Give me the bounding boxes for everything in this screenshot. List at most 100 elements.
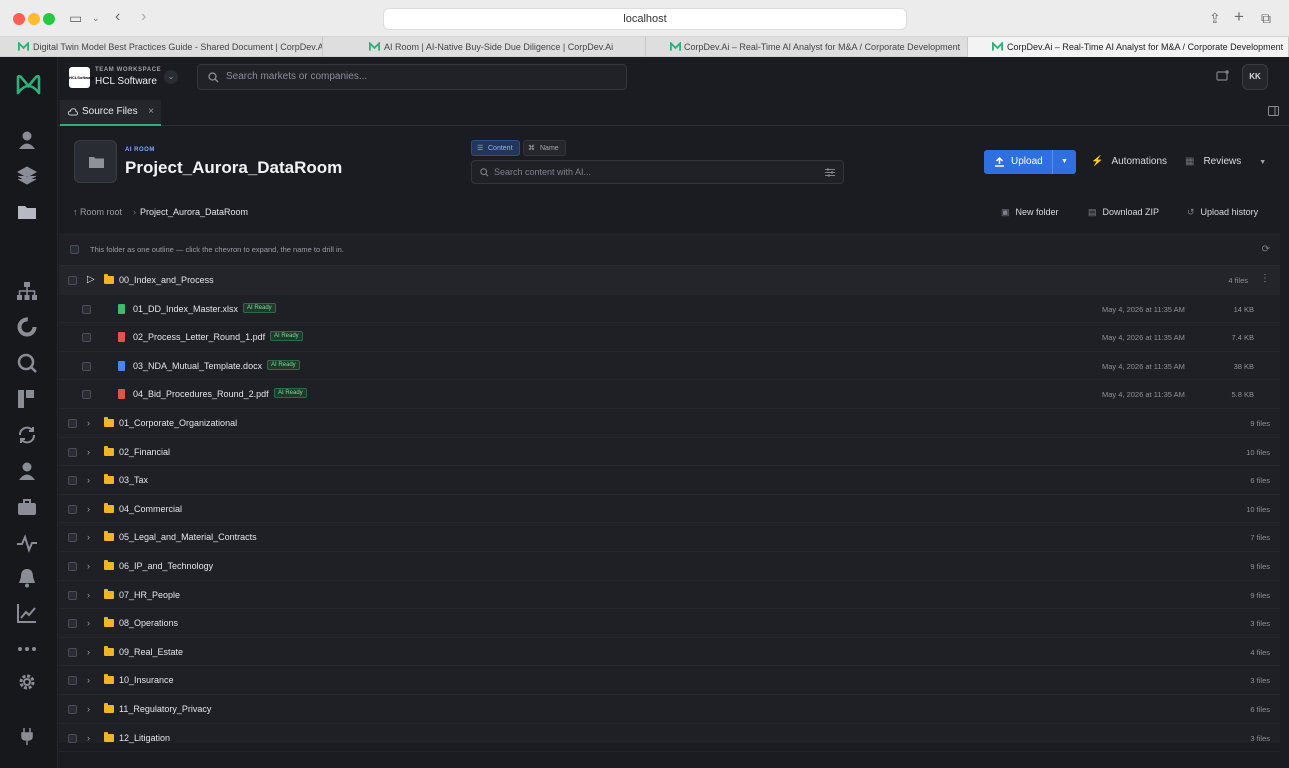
ai-search-input[interactable]: Search content with AI... [471, 160, 844, 184]
browser-tab-active[interactable]: CorpDev.Ai – Real-Time AI Analyst for M&… [968, 37, 1289, 57]
activity-icon[interactable] [16, 532, 38, 554]
new-tab-icon[interactable]: + [1234, 7, 1244, 27]
upload-history-button[interactable]: ↺ Upload history [1187, 207, 1258, 218]
folder-name[interactable]: 04_Commercial [119, 504, 182, 514]
row-checkbox[interactable] [68, 676, 77, 686]
breadcrumb-root[interactable]: ↑ Room root [73, 207, 122, 217]
file-name[interactable]: 03_NDA_Mutual_Template.docx [133, 361, 262, 371]
org-chart-icon[interactable] [16, 280, 38, 302]
tab-overview-icon[interactable]: ⧉ [1261, 10, 1271, 27]
reviews-button[interactable]: ▦ Reviews ▼ [1185, 156, 1266, 167]
file-row[interactable]: 04_Bid_Procedures_Round_2.pdf AI Ready May… [59, 380, 1280, 409]
folder-name[interactable]: 08_Operations [119, 618, 178, 628]
folder-name[interactable]: 07_HR_People [119, 590, 180, 600]
folder-name[interactable]: 12_Litigation [119, 733, 170, 743]
workspace-switcher-chevron-icon[interactable]: ⌄ [164, 70, 178, 84]
automations-button[interactable]: ⚡ Automations [1091, 156, 1167, 167]
select-all-checkbox[interactable] [70, 245, 79, 254]
chevron-right-icon[interactable]: › [87, 733, 90, 743]
plug-icon[interactable] [16, 725, 38, 747]
sync-icon[interactable] [16, 424, 38, 446]
donut-chart-icon[interactable] [16, 316, 38, 338]
user-profile-icon[interactable] [16, 129, 38, 151]
chevron-right-icon[interactable]: › [87, 447, 90, 457]
folder-row[interactable]: › 09_Real_Estate 4 files [59, 638, 1280, 667]
folder-icon[interactable] [16, 200, 38, 222]
row-checkbox[interactable] [68, 590, 77, 600]
folder-row[interactable]: › 08_Operations 3 files [59, 609, 1280, 638]
chat-icon[interactable] [1216, 70, 1229, 82]
folder-name[interactable]: 02_Financial [119, 447, 170, 457]
file-name[interactable]: 04_Bid_Procedures_Round_2.pdf [133, 389, 269, 399]
upload-dropdown-icon[interactable]: ▼ [1052, 150, 1076, 174]
new-folder-button[interactable]: ▣ New folder [1001, 207, 1059, 218]
row-checkbox[interactable] [68, 647, 77, 657]
trend-chart-icon[interactable] [16, 602, 38, 624]
chevron-right-icon[interactable]: › [87, 647, 90, 657]
row-checkbox[interactable] [68, 276, 77, 285]
row-checkbox[interactable] [68, 704, 77, 714]
workspace-name[interactable]: HCL Software [95, 76, 157, 87]
close-window-button[interactable] [13, 13, 25, 25]
kanban-icon[interactable] [16, 388, 38, 410]
chevron-right-icon[interactable]: › [87, 418, 90, 428]
folder-row[interactable]: › 05_Legal_and_Material_Contracts 7 files [59, 523, 1280, 552]
folder-name[interactable]: 10_Insurance [119, 675, 174, 685]
search-input[interactable]: Search markets or companies... [197, 64, 627, 90]
row-checkbox[interactable] [68, 504, 77, 514]
upload-button[interactable]: Upload ▼ [984, 150, 1076, 174]
chevron-down-icon[interactable]: ⌄ [92, 13, 100, 24]
folder-row[interactable]: › 01_Corporate_Organizational 9 files [59, 409, 1280, 438]
chevron-right-icon[interactable]: › [87, 561, 90, 571]
close-icon[interactable]: × [148, 100, 154, 124]
folder-row[interactable]: › 11_Regulatory_Privacy 6 files [59, 695, 1280, 724]
row-checkbox[interactable] [68, 476, 77, 486]
folder-row-expanded[interactable]: ▷ 00_Index_and_Process 4 files ⋮ [59, 266, 1280, 295]
folder-name[interactable]: 09_Real_Estate [119, 647, 183, 657]
chevron-right-icon[interactable]: › [87, 504, 90, 514]
folder-name[interactable]: 01_Corporate_Organizational [119, 418, 237, 428]
file-row[interactable]: 01_DD_Index_Master.xlsx AI Ready May 4, 20… [59, 295, 1280, 324]
row-checkbox[interactable] [82, 390, 91, 400]
gear-icon[interactable] [16, 671, 38, 693]
layers-icon[interactable] [16, 164, 38, 186]
file-name[interactable]: 02_Process_Letter_Round_1.pdf [133, 332, 265, 342]
folder-row[interactable]: › 12_Litigation 3 files [59, 724, 1280, 753]
chevron-right-icon[interactable]: › [87, 532, 90, 542]
folder-row[interactable]: › 03_Tax 6 files [59, 466, 1280, 495]
row-checkbox[interactable] [82, 304, 91, 314]
briefcase-icon[interactable] [16, 496, 38, 518]
row-checkbox[interactable] [68, 533, 77, 543]
row-checkbox[interactable] [68, 447, 77, 457]
back-icon[interactable]: ‹ [115, 8, 120, 26]
folder-row[interactable]: › 07_HR_People 9 files [59, 581, 1280, 610]
row-checkbox[interactable] [68, 418, 77, 428]
file-row[interactable]: 02_Process_Letter_Round_1.pdf AI Ready May… [59, 323, 1280, 352]
more-vertical-icon[interactable]: ⋮ [1260, 273, 1270, 284]
folder-name[interactable]: 05_Legal_and_Material_Contracts [119, 532, 257, 542]
bell-icon[interactable] [16, 567, 38, 589]
file-name[interactable]: 01_DD_Index_Master.xlsx [133, 304, 238, 314]
folder-name[interactable]: 11_Regulatory_Privacy [119, 704, 211, 714]
row-checkbox[interactable] [82, 361, 91, 371]
chevron-right-icon[interactable]: › [87, 618, 90, 628]
row-checkbox[interactable] [68, 733, 77, 743]
forward-icon[interactable]: › [141, 8, 146, 26]
row-checkbox[interactable] [68, 619, 77, 629]
address-bar[interactable]: localhost [383, 8, 907, 30]
folder-name[interactable]: 03_Tax [119, 475, 148, 485]
browser-tab[interactable]: CorpDev.Ai – Real-Time AI Analyst for M&… [652, 37, 968, 57]
sidebar-toggle-icon[interactable]: ▭ [69, 10, 82, 27]
zoom-window-button[interactable] [43, 13, 55, 25]
toggle-content[interactable]: ☰ Content [471, 140, 520, 156]
folder-row[interactable]: › 06_IP_and_Technology 9 files [59, 552, 1280, 581]
contacts-icon[interactable] [16, 460, 38, 482]
panel-toggle-icon[interactable] [1268, 106, 1279, 116]
toggle-name[interactable]: ⌘ Name [523, 140, 566, 156]
chevron-right-icon[interactable]: › [87, 590, 90, 600]
folder-row[interactable]: › 02_Financial 10 files [59, 438, 1280, 467]
folder-row[interactable]: › 04_Commercial 10 files [59, 495, 1280, 524]
folder-name[interactable]: 00_Index_and_Process [119, 275, 214, 285]
row-checkbox[interactable] [82, 333, 91, 343]
chevron-right-icon[interactable]: › [87, 675, 90, 685]
